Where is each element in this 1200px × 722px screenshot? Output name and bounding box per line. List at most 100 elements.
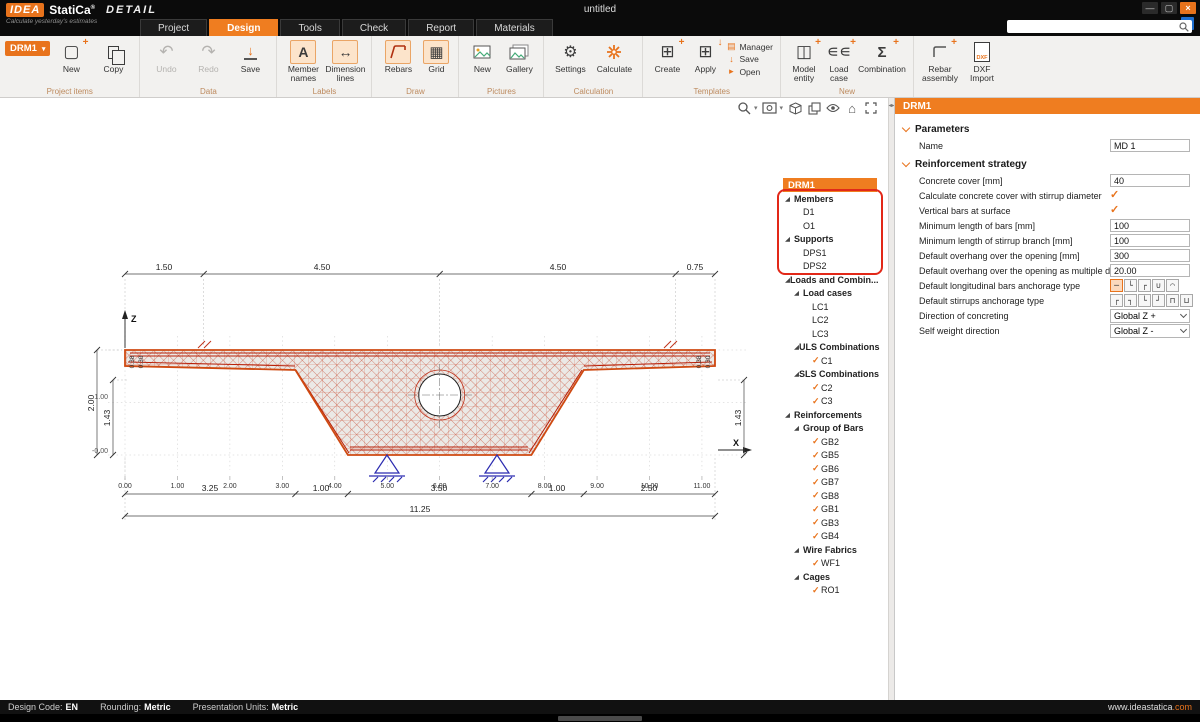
anchorage-u-down-icon[interactable]: ⊓ bbox=[1166, 294, 1179, 307]
new-project-item-button[interactable]: ▢+ New bbox=[50, 38, 92, 84]
tree-item-dps2[interactable]: DPS2 bbox=[783, 260, 877, 274]
tree-item-gb3[interactable]: ✓GB3 bbox=[783, 516, 877, 530]
anchorage-corner-tl-icon[interactable]: ┌ bbox=[1110, 294, 1123, 307]
rebars-button[interactable]: Rebars bbox=[377, 38, 419, 84]
expand-icon[interactable]: ◢ bbox=[794, 424, 803, 432]
tree-item-o1[interactable]: O1 bbox=[783, 219, 877, 233]
checked-icon[interactable]: ✓ bbox=[812, 477, 821, 488]
tab-tools[interactable]: Tools bbox=[280, 19, 339, 36]
checked-icon[interactable]: ✓ bbox=[812, 382, 821, 393]
anchorage-arc-icon[interactable]: ◠ bbox=[1166, 279, 1179, 292]
dxf-import-button[interactable]: DXF DXF Import bbox=[961, 38, 1003, 84]
tree-item-cages[interactable]: ◢Cages bbox=[783, 570, 877, 584]
checkbox-vertical-bars-at-surface[interactable]: ✓ bbox=[1110, 205, 1119, 216]
checked-icon[interactable]: ✓ bbox=[812, 531, 821, 542]
tree-item-group-of-bars[interactable]: ◢Group of Bars bbox=[783, 422, 877, 436]
screenshot-dropdown-icon[interactable]: ▾ bbox=[779, 104, 783, 112]
tree-item-lc2[interactable]: LC2 bbox=[783, 314, 877, 328]
model-entity-button[interactable]: ◫+ Model entity bbox=[786, 38, 822, 84]
checked-icon[interactable]: ✓ bbox=[812, 585, 821, 596]
checked-icon[interactable]: ✓ bbox=[812, 463, 821, 474]
select-self-weight-direction[interactable]: Global Z - bbox=[1110, 324, 1190, 338]
checked-icon[interactable]: ✓ bbox=[812, 490, 821, 501]
tree-header-drm1[interactable]: DRM1 bbox=[783, 178, 877, 192]
tree-item-ro1[interactable]: ✓RO1 bbox=[783, 584, 877, 598]
zoom-icon[interactable] bbox=[738, 100, 752, 116]
tree-item-uls-combinations[interactable]: ◢ULS Combinations bbox=[783, 341, 877, 355]
rebar-assembly-button[interactable]: + Rebar assembly bbox=[919, 38, 961, 84]
copy-project-item-button[interactable]: Copy bbox=[92, 38, 134, 84]
tree-item-gb8[interactable]: ✓GB8 bbox=[783, 489, 877, 503]
tree-item-load-cases[interactable]: ◢Load cases bbox=[783, 287, 877, 301]
tree-item-d1[interactable]: D1 bbox=[783, 206, 877, 220]
anchorage-u-bend-icon[interactable]: ∪ bbox=[1152, 279, 1165, 292]
tab-report[interactable]: Report bbox=[408, 19, 474, 36]
calculate-button[interactable]: Calculate bbox=[591, 38, 637, 84]
maximize-button[interactable]: ▢ bbox=[1161, 2, 1177, 14]
tree-item-c1[interactable]: ✓C1 bbox=[783, 354, 877, 368]
checked-icon[interactable]: ✓ bbox=[812, 450, 821, 461]
template-manager-button[interactable]: ▤ Manager bbox=[726, 41, 773, 52]
expand-icon[interactable]: ◢ bbox=[794, 573, 803, 581]
input-concrete-cover-mm[interactable] bbox=[1110, 174, 1190, 187]
expand-icon[interactable]: ◢ bbox=[794, 546, 803, 554]
tree-item-c3[interactable]: ✓C3 bbox=[783, 395, 877, 409]
tree-item-gb5[interactable]: ✓GB5 bbox=[783, 449, 877, 463]
expand-icon[interactable]: ◢ bbox=[794, 289, 803, 297]
checkbox-calculate-concrete-cover-with-stirrup-diameter[interactable]: ✓ bbox=[1110, 190, 1119, 201]
checked-icon[interactable]: ✓ bbox=[812, 396, 821, 407]
section-header-parameters[interactable]: Parameters bbox=[895, 118, 1200, 138]
template-save-button[interactable]: ↓ Save bbox=[726, 54, 773, 64]
anchorage-corner-bl-icon[interactable]: └ bbox=[1138, 294, 1151, 307]
expand-icon[interactable]: ◢ bbox=[785, 411, 794, 419]
tab-design[interactable]: Design bbox=[209, 19, 278, 36]
anchorage-u-up-icon[interactable]: ⊔ bbox=[1180, 294, 1193, 307]
minimize-button[interactable]: — bbox=[1142, 2, 1158, 14]
checked-icon[interactable]: ✓ bbox=[812, 355, 821, 366]
input-name[interactable] bbox=[1110, 139, 1190, 152]
new-picture-button[interactable]: New bbox=[464, 38, 500, 84]
expand-icon[interactable]: ◢ bbox=[785, 235, 794, 243]
support-dps2[interactable] bbox=[479, 455, 515, 482]
combination-button[interactable]: Σ+ Combination bbox=[856, 38, 908, 84]
anchorage-corner-bl-icon[interactable]: └ bbox=[1124, 279, 1137, 292]
apply-template-button[interactable]: ⊞↓ Apply bbox=[686, 38, 724, 84]
load-case-button[interactable]: ∊∊+ Load case bbox=[822, 38, 856, 84]
anchorage-straight-icon[interactable]: ─ bbox=[1110, 279, 1123, 292]
redo-button[interactable]: ↷ Redo bbox=[187, 38, 229, 84]
drawing-canvas[interactable]: ▾ ▾ ⌂ bbox=[0, 98, 888, 700]
tab-materials[interactable]: Materials bbox=[476, 19, 553, 36]
visibility-icon[interactable] bbox=[826, 100, 840, 116]
anchorage-corner-tr-icon[interactable]: ┐ bbox=[1124, 294, 1137, 307]
tree-item-gb1[interactable]: ✓GB1 bbox=[783, 503, 877, 517]
view-3d-icon[interactable] bbox=[788, 100, 802, 116]
anchorage-corner-br-icon[interactable]: ┘ bbox=[1152, 294, 1165, 307]
expand-icon[interactable]: ◢ bbox=[785, 195, 794, 203]
checked-icon[interactable]: ✓ bbox=[812, 436, 821, 447]
input-default-overhang-over-the-opening-mm[interactable] bbox=[1110, 249, 1190, 262]
select-direction-of-concreting[interactable]: Global Z + bbox=[1110, 309, 1190, 323]
layers-icon[interactable] bbox=[807, 100, 821, 116]
checked-icon[interactable]: ✓ bbox=[812, 504, 821, 515]
tree-item-reinforcements[interactable]: ◢Reinforcements bbox=[783, 408, 877, 422]
detail-drawing[interactable]: Z X 1.50 4.50 4.50 0.75 bbox=[0, 98, 882, 700]
project-item-selector[interactable]: DRM1 ▾ bbox=[5, 41, 50, 56]
checked-icon[interactable]: ✓ bbox=[812, 558, 821, 569]
input-minimum-length-of-stirrup-branch-mm[interactable] bbox=[1110, 234, 1190, 247]
tree-item-dps1[interactable]: DPS1 bbox=[783, 246, 877, 260]
tab-project[interactable]: Project bbox=[140, 19, 207, 36]
tree-item-wf1[interactable]: ✓WF1 bbox=[783, 557, 877, 571]
tree-item-sls-combinations[interactable]: ◢SLS Combinations bbox=[783, 368, 877, 382]
screenshot-icon[interactable] bbox=[762, 100, 777, 116]
input-minimum-length-of-bars-mm[interactable] bbox=[1110, 219, 1190, 232]
website-link[interactable]: www.ideastatica.com bbox=[1108, 702, 1192, 712]
member-names-button[interactable]: A Member names bbox=[282, 38, 324, 84]
home-icon[interactable]: ⌂ bbox=[845, 100, 859, 116]
tree-item-wire-fabrics[interactable]: ◢Wire Fabrics bbox=[783, 543, 877, 557]
tree-item-loads-and-combin[interactable]: ◢Loads and Combin... bbox=[783, 273, 877, 287]
input-default-overhang-over-the-opening-as-multiple-diameter[interactable] bbox=[1110, 264, 1190, 277]
anchorage-corner-tl-icon[interactable]: ┌ bbox=[1138, 279, 1151, 292]
checked-icon[interactable]: ✓ bbox=[812, 517, 821, 528]
tree-item-c2[interactable]: ✓C2 bbox=[783, 381, 877, 395]
section-header-reinforcement-strategy[interactable]: Reinforcement strategy bbox=[895, 153, 1200, 173]
